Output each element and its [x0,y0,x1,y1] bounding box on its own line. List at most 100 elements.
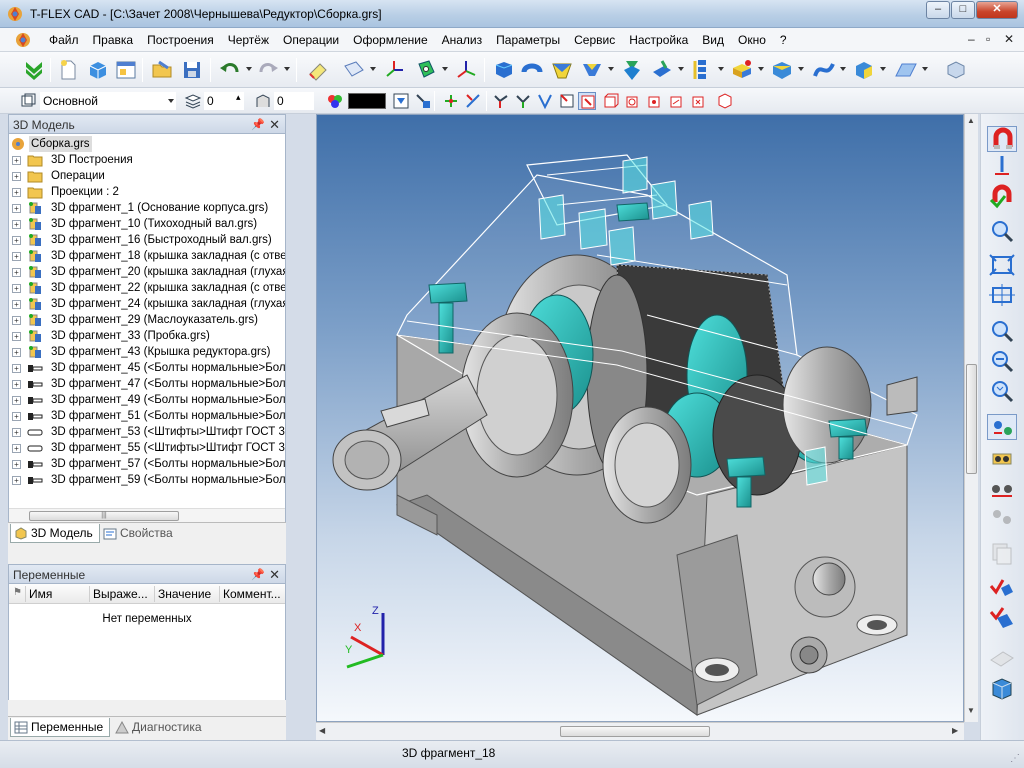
menu-item-0[interactable]: Файл [42,33,86,47]
new-file-icon[interactable] [56,58,80,82]
tab-variables[interactable]: Переменные [10,718,111,737]
filter-icon[interactable] [392,92,410,110]
save-icon[interactable] [180,58,204,82]
reducer-model[interactable]: Z X Y [317,115,964,722]
col-expression[interactable]: Выраже... [93,587,155,601]
expand-icon[interactable]: + [12,268,21,277]
select-solid-icon[interactable] [716,92,734,110]
select-cube-5-icon[interactable] [690,92,708,110]
expand-icon[interactable]: + [12,172,21,181]
accept-icon[interactable] [22,58,46,82]
close-button[interactable]: ✕ [976,1,1018,19]
viewport-vscroll[interactable]: ▲ ▼ [964,114,978,722]
zoom-in-icon[interactable] [987,318,1017,344]
mdi-close-button[interactable]: ✕ [1004,32,1014,46]
expand-icon[interactable]: + [12,316,21,325]
spline-surface-icon[interactable] [894,58,918,82]
select-cube-4-icon[interactable] [668,92,686,110]
eraser-icon[interactable] [306,58,330,82]
expand-icon[interactable]: + [12,156,21,165]
expand-icon[interactable]: + [12,220,21,229]
magnet-snap-icon[interactable] [987,126,1017,152]
menu-item-11[interactable]: Окно [731,33,773,47]
flag-icon[interactable]: ⚑ [13,587,22,598]
menu-item-1[interactable]: Правка [86,33,141,47]
check-model-icon[interactable] [987,574,1017,600]
resize-grip-icon[interactable]: ⋰ [1010,753,1020,764]
pin-icon[interactable]: 📌 [251,118,265,131]
priority-field[interactable]: 0 [274,92,314,110]
expand-icon[interactable]: + [12,412,21,421]
menu-item-7[interactable]: Параметры [489,33,567,47]
col-comment[interactable]: Коммент... [223,587,285,601]
menu-item-4[interactable]: Операции [276,33,346,47]
expand-icon[interactable]: + [12,364,21,373]
select-filter-icon[interactable] [414,92,432,110]
select-edge-icon[interactable] [464,92,482,110]
pin-icon[interactable]: 📌 [251,568,265,581]
fragment-insert-icon[interactable] [730,58,754,82]
menu-item-2[interactable]: Построения [140,33,221,47]
rotate-view-icon[interactable] [987,414,1017,440]
zoom-previous-icon[interactable] [987,378,1017,404]
layer-select[interactable]: Основной [40,92,176,110]
menu-item-5[interactable]: Оформление [346,33,434,47]
expand-icon[interactable]: + [12,444,21,453]
rotate-icon[interactable] [520,58,544,82]
expand-icon[interactable]: + [12,300,21,309]
expand-icon[interactable]: + [12,252,21,261]
3d-node-icon[interactable] [414,58,438,82]
menu-item-3[interactable]: Чертёж [221,33,276,47]
panel-close-icon[interactable]: ✕ [269,117,280,133]
tab-3d-model[interactable]: 3D Модель [10,524,100,543]
expand-icon[interactable]: + [12,396,21,405]
expand-icon[interactable]: + [12,284,21,293]
3d-path-icon[interactable] [454,58,478,82]
expand-icon[interactable]: + [12,188,21,197]
fit-all-icon[interactable] [987,252,1017,278]
open-window-icon[interactable] [114,58,138,82]
boolean-icon[interactable] [620,58,644,82]
mdi-restore-button[interactable]: ▫ [986,32,990,46]
select-body-icon[interactable] [536,92,554,110]
body-icon[interactable] [770,58,794,82]
menu-item-9[interactable]: Настройка [622,33,695,47]
menu-item-6[interactable]: Анализ [435,33,490,47]
viewport-hscroll[interactable]: ◀ ▶ [316,722,964,740]
minimize-button[interactable]: – [926,1,950,19]
extrude-icon[interactable] [492,58,516,82]
expand-icon[interactable]: + [12,236,21,245]
expand-icon[interactable]: + [12,380,21,389]
fit-frame-icon[interactable] [987,282,1017,308]
select-cube-3-icon[interactable] [646,92,664,110]
sheet-metal-icon[interactable] [944,58,968,82]
expand-icon[interactable]: + [12,332,21,341]
pan-view-icon[interactable] [987,446,1017,472]
select-face-icon[interactable] [492,92,510,110]
mdi-minimize-button[interactable]: – [968,32,975,46]
col-value[interactable]: Значение [158,587,220,601]
tab-properties[interactable]: Свойства [100,524,179,543]
sweep-icon[interactable] [580,58,604,82]
select-loop-icon[interactable] [514,92,532,110]
magnet-check-icon[interactable] [987,184,1017,210]
copy-icon[interactable] [987,540,1017,566]
expand-icon[interactable]: + [12,204,21,213]
menu-item-10[interactable]: Вид [695,33,731,47]
undo-icon[interactable] [218,58,242,82]
section-icon[interactable] [987,644,1017,670]
select-fragment-icon[interactable] [578,92,596,110]
color-palette-icon[interactable] [326,92,344,110]
expand-icon[interactable]: + [12,348,21,357]
view-cube-icon[interactable] [987,676,1017,702]
check-assembly-icon[interactable] [987,604,1017,630]
expand-icon[interactable]: + [12,428,21,437]
open-folder-icon[interactable] [150,58,174,82]
expand-icon[interactable]: + [12,476,21,485]
color-swatch[interactable] [348,93,386,109]
tab-diagnostics[interactable]: Диагностика [112,718,208,737]
menu-item-8[interactable]: Сервис [567,33,622,47]
array-icon[interactable] [690,58,714,82]
select-cube-2-icon[interactable] [624,92,642,110]
loft-icon[interactable] [550,58,574,82]
